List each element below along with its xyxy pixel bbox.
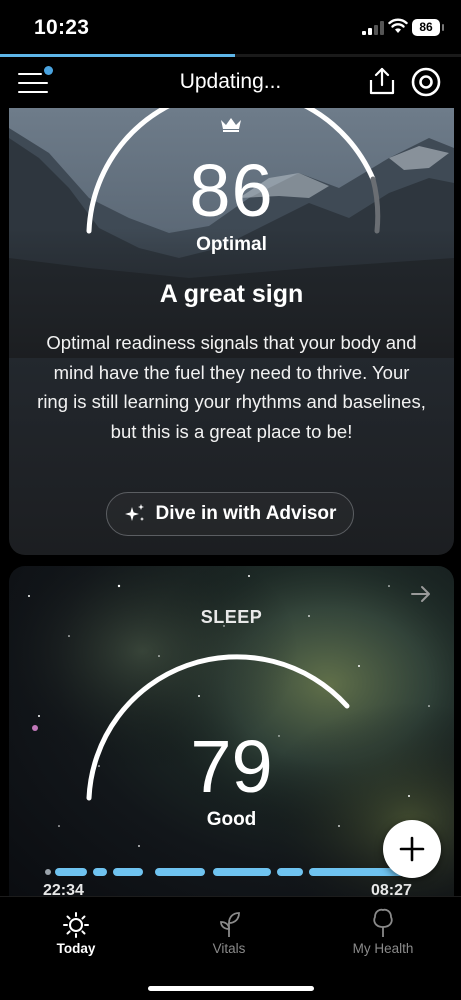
tab-today-label: Today [56, 941, 96, 956]
tab-my-health-label: My Health [352, 941, 414, 956]
update-progress-bar [0, 54, 461, 57]
status-bar: 10:23 86 [0, 0, 461, 56]
sprout-icon [220, 912, 240, 937]
top-nav: Updating... [0, 58, 461, 108]
readiness-card[interactable]: 86 Optimal A great sign Optimal readines… [9, 108, 454, 555]
battery-indicator: 86 [412, 19, 444, 36]
plus-icon [399, 836, 425, 862]
sun-icon [63, 912, 89, 938]
wifi-icon [388, 18, 408, 33]
share-icon[interactable] [368, 66, 396, 96]
tab-vitals[interactable]: Vitals [169, 905, 289, 956]
advisor-button[interactable]: Dive in with Advisor [106, 492, 354, 536]
update-progress-fill [0, 54, 236, 57]
tab-my-health[interactable]: My Health [323, 905, 443, 956]
ring-icon[interactable] [410, 66, 442, 98]
crown-icon [221, 118, 241, 132]
tab-bar: Today Vitals My Health [0, 896, 461, 1000]
readiness-status: Optimal [196, 234, 267, 255]
tab-vitals-label: Vitals [212, 941, 246, 956]
add-button[interactable] [383, 820, 441, 878]
home-indicator[interactable] [148, 986, 314, 991]
app-screen: 10:23 86 Updating... 86 Optimal A great … [0, 0, 461, 1000]
cellular-signal-icon [362, 21, 384, 35]
status-time: 10:23 [34, 16, 90, 39]
tab-today[interactable]: Today [16, 905, 136, 956]
tree-icon [373, 908, 393, 937]
readiness-headline: A great sign [159, 280, 304, 308]
advisor-button-label: Dive in with Advisor [155, 503, 337, 524]
readiness-description: Optimal readiness signals that your body… [37, 332, 426, 442]
sleep-score: 79 [190, 725, 273, 808]
sleep-timeline [45, 868, 409, 876]
sparkle-icon [124, 504, 144, 521]
readiness-score: 86 [189, 149, 274, 232]
